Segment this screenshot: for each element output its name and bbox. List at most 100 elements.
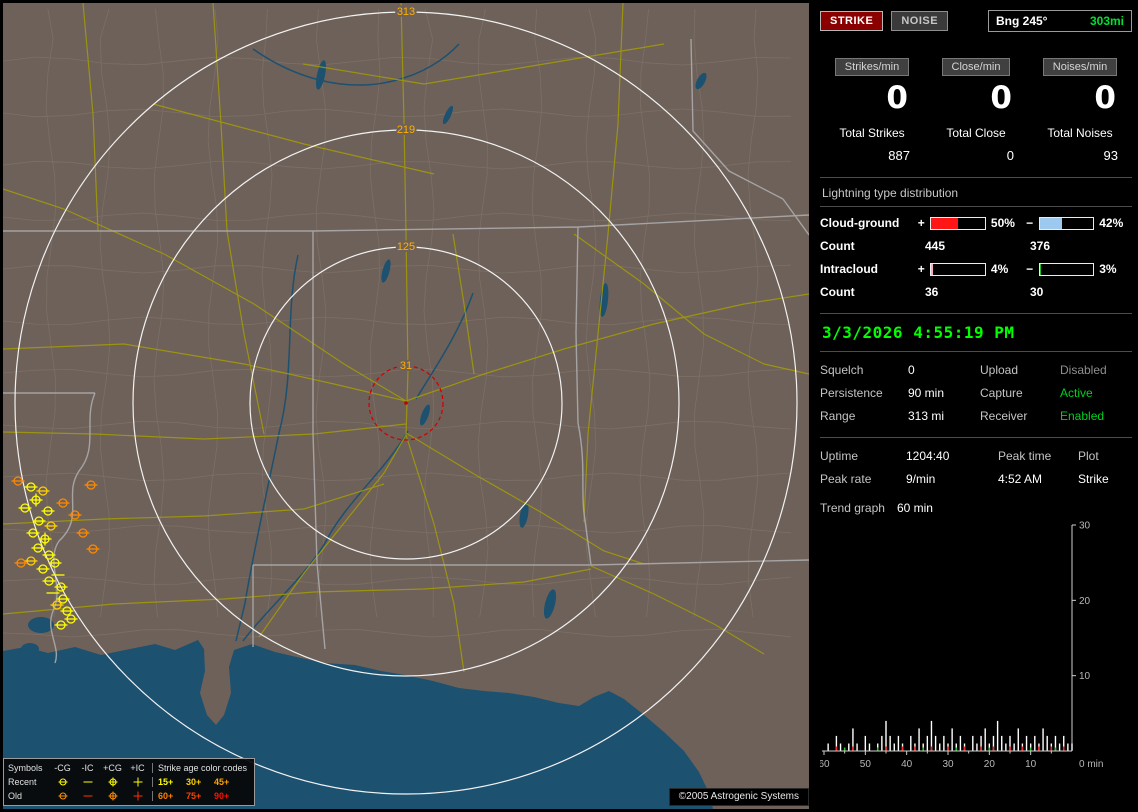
divider xyxy=(820,313,1132,314)
indicator-row: STRIKE NOISE Bng 245° 303mi xyxy=(820,10,1132,32)
uptime-value: 1204:40 xyxy=(906,449,950,463)
cg-negative-bar xyxy=(1038,216,1095,230)
peak-time-value: 4:52 AM xyxy=(998,472,1043,486)
cg-negative-pct: 42% xyxy=(1099,216,1124,230)
legend-header: Symbols -CG -IC +CG +IC Strike age color… xyxy=(8,761,250,775)
plus-sign: + xyxy=(917,262,925,276)
session-grid: Uptime 1204:40 Peak time Plot Peak rate … xyxy=(820,449,1132,486)
noises-per-min-chip[interactable]: Noises/min xyxy=(1042,58,1118,76)
bearing-readout: Bng 245° 303mi xyxy=(988,10,1132,32)
lightning-map[interactable]: 313 219 125 31 xyxy=(3,3,809,809)
strikes-per-min-chip[interactable]: Strikes/min xyxy=(834,58,910,76)
divider xyxy=(820,437,1132,438)
svg-text:10: 10 xyxy=(1025,759,1037,770)
legend-circle-plus-icon xyxy=(100,791,125,801)
legend-age-code: 60+ xyxy=(158,791,174,801)
total-close-label: Total Close xyxy=(946,126,1006,140)
minus-sign: − xyxy=(1026,262,1034,276)
legend-col-pcg: +CG xyxy=(103,763,122,773)
range-label: Range xyxy=(820,409,856,423)
noise-indicator-button[interactable]: NOISE xyxy=(891,11,949,31)
peak-rate-label: Peak rate xyxy=(820,472,872,486)
plot-value: Strike xyxy=(1078,472,1109,486)
total-strikes-value: 887 xyxy=(888,148,910,163)
ring-label-125: 125 xyxy=(397,241,415,253)
map-area[interactable]: 313 219 125 31 Symbols -CG -IC +CG +IC S… xyxy=(3,3,809,809)
bearing-label: Bng 245° xyxy=(996,14,1048,28)
ic-negative-count: 30 xyxy=(1030,285,1044,299)
svg-text:30: 30 xyxy=(942,759,954,770)
cg-positive-bar xyxy=(930,216,986,230)
close-per-min-value: 0 xyxy=(990,80,1012,116)
legend-circle-minus-icon xyxy=(50,791,75,801)
legend-minus-icon xyxy=(75,777,100,787)
count-label: Count xyxy=(820,239,855,253)
right-panel: STRIKE NOISE Bng 245° 303mi Strikes/min … xyxy=(812,0,1138,812)
datetime-display: 3/3/2026 4:55:19 PM xyxy=(822,323,1015,342)
ic-positive-bar xyxy=(930,262,986,276)
noises-per-min-column: Noises/min 0 Total Noises 93 xyxy=(1028,58,1132,163)
upload-label: Upload xyxy=(980,363,1019,377)
strikes-per-min-value: 0 xyxy=(886,80,908,116)
intracloud-counts: Count 36 30 xyxy=(820,285,1132,299)
squelch-value: 0 xyxy=(908,363,915,377)
close-per-min-chip[interactable]: Close/min xyxy=(941,58,1011,76)
cloud-ground-counts: Count 445 376 xyxy=(820,239,1132,253)
cg-positive-count: 445 xyxy=(925,239,946,253)
legend-age-title: Strike age color codes xyxy=(152,763,250,773)
peak-rate-value: 9/min xyxy=(906,472,936,486)
divider xyxy=(820,206,1132,207)
ic-positive-pct: 4% xyxy=(990,262,1009,276)
total-noises-value: 93 xyxy=(1103,148,1118,163)
legend-col-pic: +IC xyxy=(130,763,145,773)
ic-negative-bar xyxy=(1038,262,1095,276)
status-grid: Squelch 0 Upload Disabled Persistence 90… xyxy=(820,363,1132,423)
persistence-value: 90 min xyxy=(908,386,945,400)
distribution-title: Lightning type distribution xyxy=(822,186,959,200)
divider xyxy=(820,351,1132,352)
capture-status: Active xyxy=(1060,386,1093,400)
cg-positive-pct: 50% xyxy=(990,216,1015,230)
uptime-label: Uptime xyxy=(820,449,859,463)
trend-graph-header: Trend graph 60 min xyxy=(820,501,1132,515)
intracloud-row: Intracloud + 4% − 3% xyxy=(820,262,1132,276)
rate-counters: Strikes/min 0 Total Strikes 887 Close/mi… xyxy=(820,58,1132,163)
range-value: 313 mi xyxy=(908,409,945,423)
legend-symbols-title: Symbols xyxy=(8,763,43,773)
receiver-label: Receiver xyxy=(980,409,1028,423)
legend-row-old: Old 60+ 75+ 90+ xyxy=(8,789,250,803)
intracloud-label: Intracloud xyxy=(820,262,879,276)
svg-text:10: 10 xyxy=(1079,671,1091,682)
ic-negative-pct: 3% xyxy=(1099,262,1117,276)
ring-label-219: 219 xyxy=(397,124,415,136)
legend-circle-minus-icon xyxy=(50,777,75,787)
svg-text:60: 60 xyxy=(820,759,830,770)
legend-age-code: 15+ xyxy=(158,777,174,787)
legend-age-code: 90+ xyxy=(214,791,230,801)
capture-label: Capture xyxy=(980,386,1023,400)
persistence-label: Persistence xyxy=(820,386,883,400)
legend-plus-icon xyxy=(125,791,150,801)
legend-plus-icon xyxy=(125,777,150,787)
legend-age-code: 45+ xyxy=(214,777,230,787)
divider xyxy=(820,177,1132,178)
total-strikes-label: Total Strikes xyxy=(839,126,905,140)
cloud-ground-row: Cloud-ground + 50% − 42% xyxy=(820,216,1132,230)
svg-text:20: 20 xyxy=(984,759,996,770)
strikes-per-min-column: Strikes/min 0 Total Strikes 887 xyxy=(820,58,924,163)
noises-per-min-value: 0 xyxy=(1094,80,1116,116)
trend-graph: 10 20 30 60 50 40 30 20 10 0 min xyxy=(818,521,1103,771)
strike-indicator-button[interactable]: STRIKE xyxy=(820,11,884,31)
svg-text:40: 40 xyxy=(901,759,913,770)
trend-window-value: 60 min xyxy=(896,501,933,515)
squelch-label: Squelch xyxy=(820,363,864,377)
plus-sign: + xyxy=(917,216,925,230)
legend-recent-label: Recent xyxy=(8,777,37,787)
svg-text:20: 20 xyxy=(1079,596,1091,607)
legend-col-ncg: -CG xyxy=(54,763,71,773)
ring-label-31: 31 xyxy=(400,360,412,372)
bearing-distance: 303mi xyxy=(1089,14,1124,28)
receiver-status: Enabled xyxy=(1060,409,1105,423)
legend-minus-icon xyxy=(75,791,100,801)
ring-label-313: 313 xyxy=(397,6,415,18)
